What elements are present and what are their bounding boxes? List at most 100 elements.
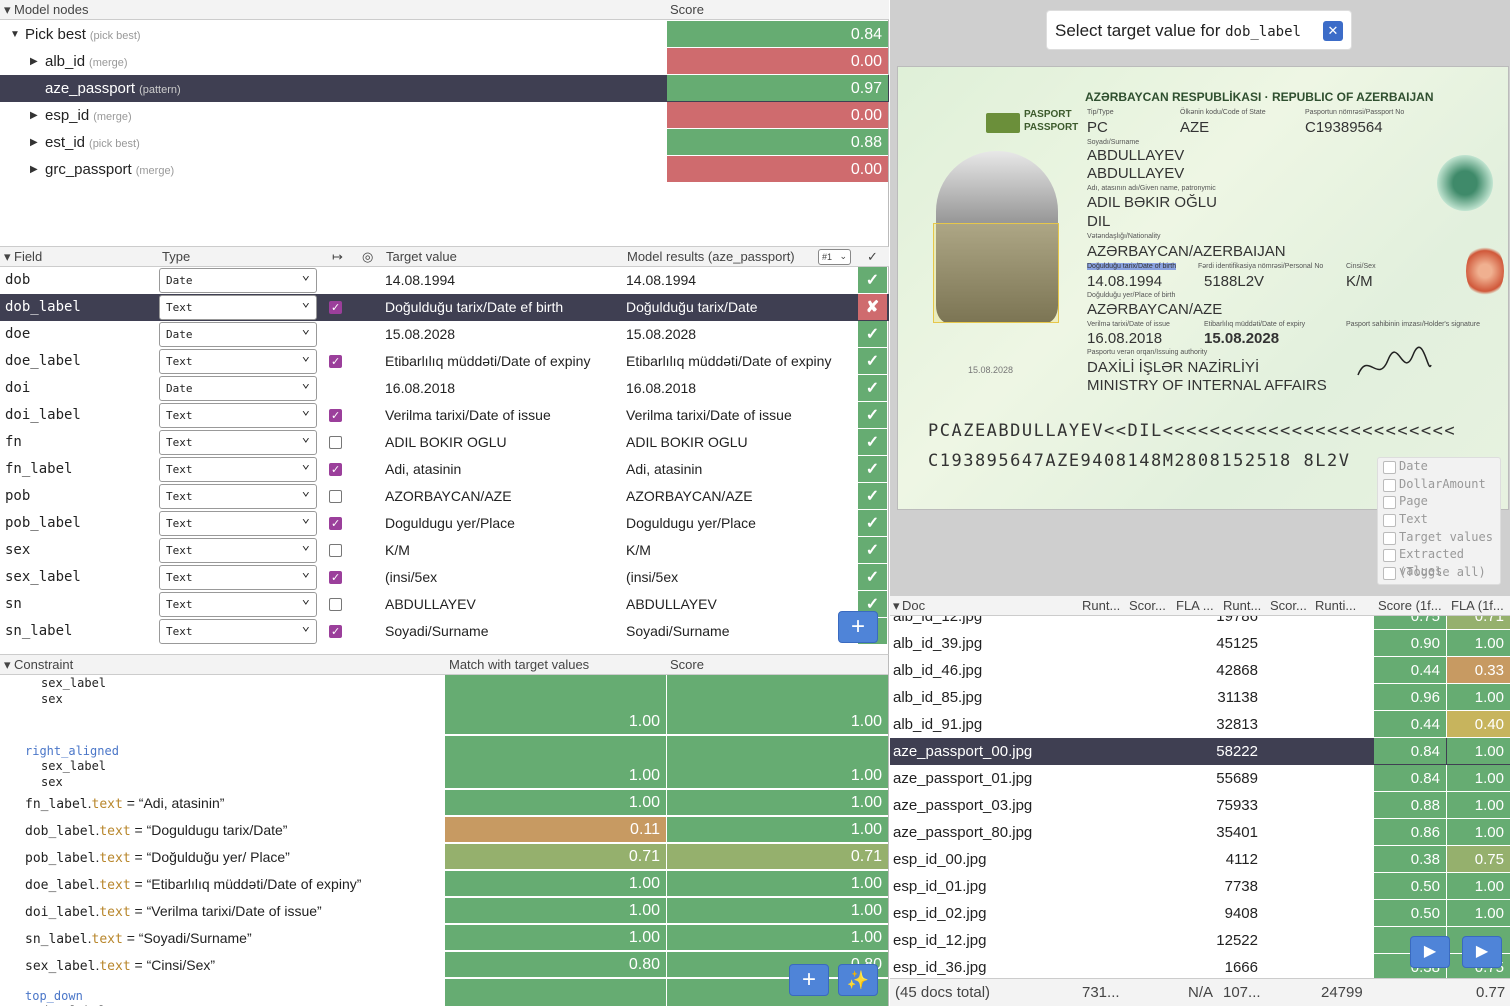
collapse-toggle-icon[interactable]: ▾ [893, 596, 900, 616]
legend-toggle[interactable]: Target values [1378, 529, 1500, 547]
target-value[interactable]: K/M [385, 537, 410, 564]
field-row[interactable]: doi Date 16.08.2018 16.08.2018 ✓ [0, 372, 889, 402]
constraint-row[interactable]: nothing_between_verticallysex_labelsex1.… [0, 661, 888, 735]
field-row[interactable]: sex Text K/M K/M ✓ [0, 534, 889, 564]
field-type-select[interactable]: Text [159, 615, 317, 644]
constraint-row[interactable]: sex_label.text = “Cinsi/Sex”0.800.80 [0, 952, 888, 978]
field-type-select[interactable]: Text [159, 453, 317, 482]
field-checkbox[interactable] [329, 544, 342, 557]
model-node-3[interactable]: ▶ esp_id (merge) 0.00 [0, 102, 889, 129]
score-1f-column-header[interactable]: Score (1f... [1378, 596, 1442, 616]
field-row[interactable]: doe Date 15.08.2028 15.08.2028 ✓ [0, 318, 889, 348]
field-row[interactable]: sex_label Text (insi/5ex (insi/5ex ✓ [0, 561, 889, 592]
target-value[interactable]: ABDULLAYEV [385, 591, 476, 618]
fla-column-header[interactable]: FLA ... [1176, 596, 1214, 616]
field-checkbox[interactable] [329, 565, 342, 592]
passport-image[interactable]: AZƏRBAYCAN RESPUBLİKASI · REPUBLIC OF AZ… [897, 66, 1509, 510]
field-type-select[interactable]: Text [159, 291, 317, 320]
constraint-row[interactable]: sn_label.text = “Soyadi/Surname” 1.00 1.00 [0, 925, 888, 951]
add-field-button[interactable]: + [838, 611, 878, 643]
field-type-select[interactable]: Date [159, 318, 317, 347]
score-column-header[interactable]: Scor... [1129, 596, 1166, 616]
legend-toggle[interactable]: Text [1378, 511, 1500, 529]
field-type-select[interactable]: Text [159, 426, 317, 455]
target-value[interactable]: Adi, atasinin [385, 456, 461, 483]
model-node-2[interactable]: aze_passport (pattern) 0.97 [0, 75, 889, 102]
add-constraint-button[interactable]: + [789, 964, 829, 996]
doc-row[interactable]: esp_id_02.jpg 9408 0.50 1.00 [890, 900, 1510, 927]
doc-row[interactable]: alb_id_46.jpg 42868 0.44 0.33 [890, 657, 1510, 684]
doc-row[interactable]: alb_id_85.jpg 31138 0.96 1.00 [890, 684, 1510, 711]
legend-toggle[interactable]: Page [1378, 493, 1500, 511]
field-checkbox[interactable] [329, 457, 342, 484]
field-type-select[interactable]: Text [159, 480, 317, 509]
field-type-select[interactable]: Text [159, 507, 317, 536]
target-value[interactable]: AZORBAYCAN/AZE [385, 483, 512, 510]
target-value[interactable]: Etibarlılıq müddəti/Date of expiny [385, 348, 590, 375]
target-value[interactable]: 16.08.2018 [385, 375, 455, 402]
doc-row[interactable]: aze_passport_00.jpg 58222 0.84 1.00 [890, 738, 1510, 765]
magic-wand-button[interactable]: ✨ [838, 964, 878, 996]
runtime-column-header[interactable]: Runti... [1315, 596, 1356, 616]
collapse-toggle-icon[interactable]: ▾ [4, 247, 11, 267]
field-row[interactable]: sn_label Text Soyadi/Surname Soyadi/Surname… [0, 615, 889, 646]
fla-1f-column-header[interactable]: FLA (1f... [1451, 596, 1504, 616]
constraint-row[interactable]: doi_label.text = “Verilma tarixi/Date of… [0, 898, 888, 924]
legend-toggle[interactable]: DollarAmount [1378, 476, 1500, 494]
field-row[interactable]: pob Text AZORBAYCAN/AZE AZORBAYCAN/AZE ✓ [0, 480, 889, 510]
field-row[interactable]: fn_label Text Adi, atasinin Adi, atasinin ✓ [0, 453, 889, 484]
doc-row[interactable]: esp_id_01.jpg 7738 0.50 1.00 [890, 873, 1510, 900]
field-row[interactable]: dob_label Text Doğulduğu tarix/Date ef bir… [0, 291, 889, 322]
field-type-select[interactable]: Text [159, 534, 317, 563]
target-value[interactable]: 15.08.2028 [385, 321, 455, 348]
legend-toggle[interactable]: (Toggle all) [1378, 564, 1500, 582]
constraint-row[interactable]: dob_label.text = “Doguldugu tarix/Date” 0… [0, 817, 888, 843]
target-value[interactable]: Doğulduğu tarix/Date ef birth [385, 294, 563, 321]
collapse-toggle-icon[interactable]: ▾ [4, 0, 11, 20]
doc-row[interactable]: aze_passport_80.jpg 35401 0.86 1.00 [890, 819, 1510, 846]
field-type-select[interactable]: Text [159, 399, 317, 428]
model-node-5[interactable]: ▶ grc_passport (merge) 0.00 [0, 156, 889, 183]
runtime-column-header[interactable]: Runt... [1223, 596, 1261, 616]
model-node-0[interactable]: ▼ Pick best (pick best) 0.84 [0, 21, 889, 48]
field-row[interactable]: doi_label Text Verilma tarixi/Date of issu… [0, 399, 889, 430]
constraint-row[interactable]: fn_label.text = “Adi, atasinin” 1.00 1.00 [0, 790, 888, 816]
collapse-toggle-icon[interactable]: ▾ [4, 655, 11, 675]
field-checkbox[interactable] [329, 436, 342, 449]
play-button[interactable]: ▶ [1410, 936, 1450, 968]
field-checkbox[interactable] [329, 490, 342, 503]
field-checkbox[interactable] [329, 598, 342, 611]
field-type-select[interactable]: Date [159, 264, 317, 293]
field-row[interactable]: snTextABDULLAYEVABDULLAYEV✓ [0, 588, 889, 618]
constraint-row[interactable]: pob_label.text = “Doğulduğu yer/ Place” 0… [0, 844, 888, 870]
expanded-triangle-icon[interactable]: ▼ [10, 21, 20, 48]
field-type-select[interactable]: Date [159, 372, 317, 401]
model-node-4[interactable]: ▶ est_id (pick best) 0.88 [0, 129, 889, 156]
collapsed-triangle-icon[interactable]: ▶ [30, 102, 38, 129]
target-value[interactable]: ADIL BOKIR OGLU [385, 429, 507, 456]
doc-row[interactable]: aze_passport_01.jpg 55689 0.84 1.00 [890, 765, 1510, 792]
legend-toggle[interactable]: Extracted values [1378, 546, 1500, 578]
field-type-select[interactable]: Text [159, 588, 317, 617]
target-value[interactable]: 14.08.1994 [385, 267, 455, 294]
model-node-1[interactable]: ▶ alb_id (merge) 0.00 [0, 48, 889, 75]
doc-row[interactable]: alb_id_91.jpg 32813 0.44 0.40 [890, 711, 1510, 738]
score-column-header[interactable]: Scor... [1270, 596, 1307, 616]
field-row[interactable]: dob Date 14.08.1994 14.08.1994 ✓ [0, 264, 889, 294]
field-checkbox[interactable] [329, 403, 342, 430]
runtime-column-header[interactable]: Runt... [1082, 596, 1120, 616]
target-value[interactable]: Verilma tarixi/Date of issue [385, 402, 551, 429]
target-value[interactable]: Soyadi/Surname [385, 618, 489, 645]
field-row[interactable]: doe_label Text Etibarlılıq müddəti/Date of… [0, 345, 889, 376]
field-checkbox[interactable] [329, 349, 342, 376]
tiny-label-highlighted[interactable]: Doğulduğu tarix/Date of birth [1087, 263, 1177, 270]
result-selector[interactable]: #1 ⌄ [818, 249, 851, 265]
close-icon[interactable]: ✕ [1323, 21, 1343, 41]
field-checkbox[interactable] [329, 511, 342, 538]
doc-row[interactable]: alb_id_39.jpg 45125 0.90 1.00 [890, 630, 1510, 657]
field-checkbox[interactable] [329, 295, 342, 322]
field-checkbox[interactable] [329, 619, 342, 646]
doc-column-header[interactable]: Doc [902, 596, 925, 616]
doc-row[interactable]: esp_id_00.jpg 4112 0.38 0.75 [890, 846, 1510, 873]
constraint-row[interactable]: right_aligned sex_label sex 1.00 1.00 [0, 736, 888, 789]
